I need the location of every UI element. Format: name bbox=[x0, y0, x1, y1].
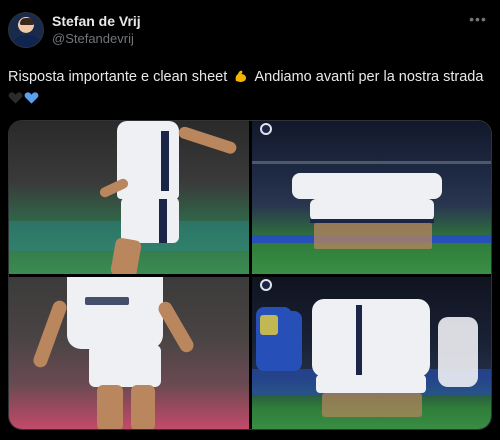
player-shirt bbox=[67, 277, 163, 349]
back-row-players bbox=[292, 173, 442, 199]
player-shorts bbox=[89, 345, 161, 387]
tweet-text-part1: Risposta importante e clean sheet bbox=[8, 69, 228, 85]
avatar[interactable] bbox=[8, 12, 44, 48]
shirt-stripe bbox=[356, 305, 362, 375]
front-row-players bbox=[310, 199, 434, 221]
celebrating-players bbox=[312, 299, 430, 377]
black-heart-icon bbox=[8, 92, 23, 104]
blue-heart-icon bbox=[24, 92, 39, 104]
teammate-player bbox=[438, 317, 478, 387]
tweet-text: Risposta importante e clean sheet Andiam… bbox=[8, 66, 492, 110]
photo-1[interactable] bbox=[9, 121, 249, 274]
media-grid bbox=[8, 120, 492, 430]
photo-2[interactable] bbox=[252, 121, 491, 274]
tweet-text-part2: Andiamo avanti per la nostra strada bbox=[254, 69, 484, 85]
club-logo-icon bbox=[260, 279, 272, 291]
stadium-lights bbox=[252, 161, 491, 164]
players-legs bbox=[314, 223, 432, 249]
player-leg-right bbox=[131, 385, 155, 429]
shorts-stripe bbox=[159, 199, 167, 243]
club-logo-icon bbox=[260, 123, 272, 135]
sponsor-logo bbox=[85, 297, 129, 305]
avatar-hair bbox=[20, 18, 34, 25]
player-leg-left bbox=[97, 385, 123, 429]
shirt-stripe bbox=[161, 131, 169, 191]
photo-3[interactable] bbox=[9, 277, 249, 429]
player-arm-left bbox=[31, 298, 69, 370]
player-leg bbox=[109, 237, 143, 274]
player-shorts bbox=[121, 197, 179, 243]
flexed-biceps-icon bbox=[235, 70, 247, 82]
players-shorts bbox=[316, 375, 426, 393]
photo-4[interactable] bbox=[252, 277, 491, 429]
author-name[interactable]: Stefan de Vrij bbox=[52, 13, 141, 29]
player-arm-right bbox=[177, 125, 238, 156]
tweet-card: Stefan de Vrij @Stefandevrij ••• Rispost… bbox=[0, 0, 500, 440]
players-legs bbox=[322, 393, 422, 417]
more-horizontal-icon[interactable]: ••• bbox=[468, 12, 488, 26]
opponent-number bbox=[260, 315, 278, 335]
avatar-shirt bbox=[13, 35, 41, 47]
author-handle[interactable]: @Stefandevrij bbox=[52, 31, 134, 46]
